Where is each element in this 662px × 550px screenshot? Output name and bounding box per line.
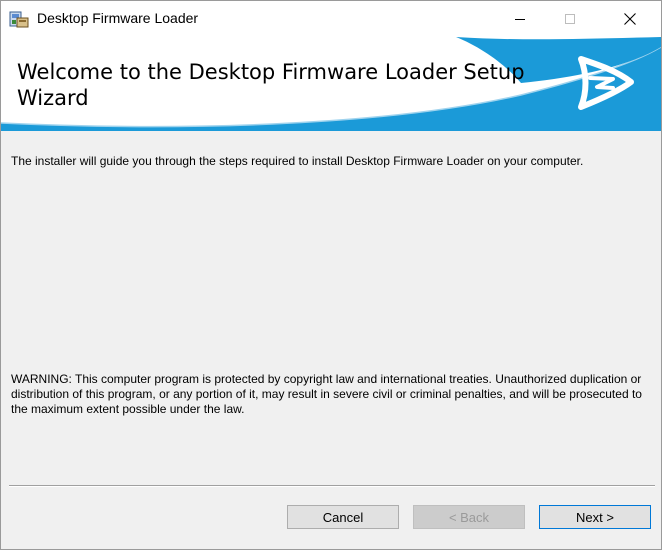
close-icon	[624, 13, 636, 25]
installer-app-icon	[9, 9, 29, 29]
intro-text: The installer will guide you through the…	[11, 154, 584, 168]
next-button[interactable]: Next >	[539, 505, 651, 529]
minimize-icon	[515, 19, 525, 20]
window-title: Desktop Firmware Loader	[37, 10, 199, 26]
close-button[interactable]	[607, 1, 653, 37]
cancel-button[interactable]: Cancel	[287, 505, 399, 529]
divider	[9, 485, 655, 487]
page-title: Welcome to the Desktop Firmware Loader S…	[17, 60, 525, 110]
wizard-banner: Welcome to the Desktop Firmware Loader S…	[1, 37, 661, 131]
installer-window: Desktop Firmware Loader Welcome to the D…	[0, 0, 662, 550]
minimize-button[interactable]	[497, 1, 543, 37]
back-button[interactable]: < Back	[413, 505, 525, 529]
copyright-warning: WARNING: This computer program is protec…	[11, 372, 642, 416]
maximize-icon	[565, 14, 575, 24]
maximize-button[interactable]	[547, 1, 593, 37]
title-bar[interactable]: Desktop Firmware Loader	[1, 1, 661, 37]
